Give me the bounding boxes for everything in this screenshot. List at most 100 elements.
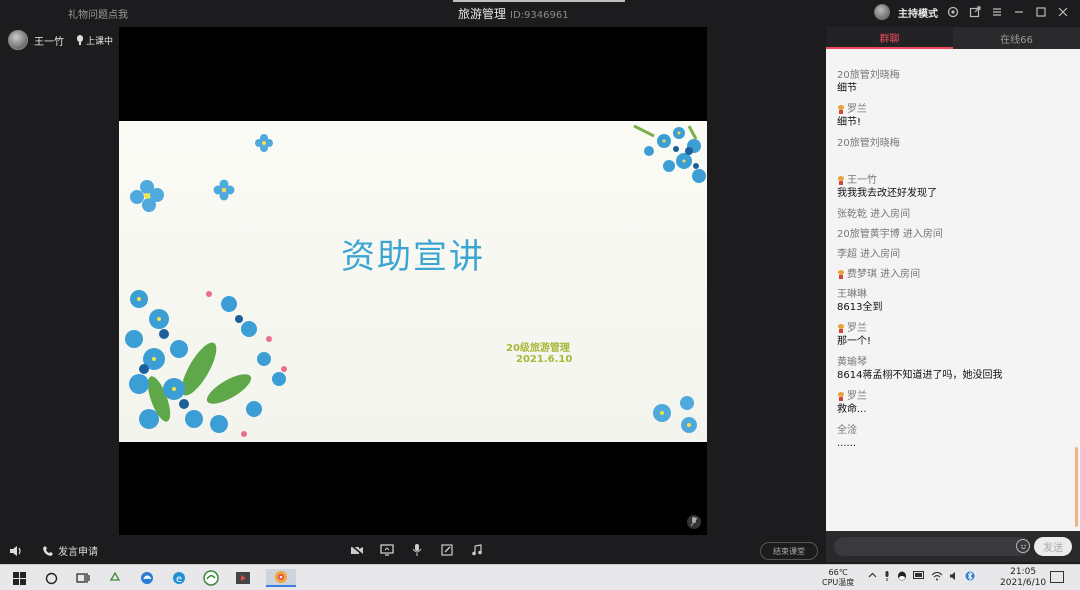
message-sender: 黄瑜琴 <box>837 357 867 368</box>
host-avatar[interactable] <box>874 4 890 20</box>
chat-input[interactable] <box>834 537 1030 556</box>
class-status: 上课中 <box>76 34 113 47</box>
flower-cluster-bottom-right-icon <box>653 396 697 433</box>
class-status-label: 上课中 <box>86 36 114 47</box>
message-body: 那一个! <box>837 336 872 347</box>
system-notice: 费梦琪 进入房间 <box>847 269 921 280</box>
chat-system-message: 20旅管黄宇博 进入房间 <box>837 228 1080 241</box>
notification-center-icon[interactable] <box>1050 571 1064 583</box>
minimize-icon[interactable] <box>1012 5 1026 19</box>
message-body: 救命... <box>837 404 867 415</box>
chat-scrollbar[interactable] <box>1075 447 1078 527</box>
tab-group-chat[interactable]: 群聊 <box>826 27 953 49</box>
whiteboard-icon[interactable] <box>440 543 454 557</box>
media-player-icon[interactable] <box>234 569 252 587</box>
edge-browser-icon[interactable] <box>138 569 156 587</box>
chat-app-icon[interactable] <box>202 569 220 587</box>
chat-message: 罗兰 那一个! <box>837 322 1080 349</box>
media-tools <box>350 543 484 557</box>
medal-icon <box>837 270 845 279</box>
camera-off-icon[interactable] <box>350 543 364 557</box>
os-taskbar: e 66℃ CPU温度 21:05 2021/6/10 <box>0 564 1080 590</box>
classroom-app-icon[interactable] <box>266 569 296 587</box>
message-body: 细节! <box>837 117 862 128</box>
teacher-info: 王一竹 上课中 <box>8 30 113 50</box>
window-controls: 主持模式 <box>874 4 1070 20</box>
end-class-button[interactable]: 结束课堂 <box>760 542 818 560</box>
system-tray <box>868 571 975 584</box>
chat-tabs: 群聊 在线66 <box>826 27 1080 49</box>
recycle-icon[interactable] <box>106 569 124 587</box>
ie-browser-icon[interactable]: e <box>170 569 188 587</box>
menu-icon[interactable] <box>990 5 1004 19</box>
chat-message: 王一竹 我我我去改还好发现了 <box>837 174 1080 201</box>
speak-request-button[interactable]: 发言申请 <box>42 543 98 558</box>
chat-system-message: 李超 进入房间 <box>837 248 1080 261</box>
medal-icon <box>837 324 845 333</box>
system-notice: 20旅管黄宇博 进入房间 <box>837 229 943 240</box>
teacher-avatar[interactable] <box>8 30 28 50</box>
music-icon[interactable] <box>470 543 484 557</box>
speaker-icon[interactable] <box>8 543 22 562</box>
host-mode-toggle[interactable]: 主持模式 <box>898 5 938 20</box>
speak-request-label: 发言申请 <box>58 547 98 558</box>
microphone-icon <box>76 35 84 45</box>
chat-message: 20旅管刘晓梅 <box>837 137 1080 150</box>
settings-icon[interactable] <box>946 5 960 19</box>
tab-online-users[interactable]: 在线66 <box>953 27 1080 49</box>
title-bar: 礼物问题点我 旅游管理 ID:9346961 主持模式 <box>0 0 1080 26</box>
emoji-icon[interactable] <box>1016 539 1030 553</box>
app-window: 礼物问题点我 旅游管理 ID:9346961 主持模式 王一竹 上课中 资助宣讲… <box>0 0 1080 590</box>
send-button[interactable]: 发送 <box>1034 537 1072 556</box>
search-circle-icon[interactable] <box>42 569 60 587</box>
muted-mic-icon[interactable] <box>687 515 701 529</box>
slide-date: 2021.6.10 <box>516 354 573 365</box>
room-id: ID:9346961 <box>510 10 569 21</box>
video-stage[interactable]: 资助宣讲 20级旅游管理 2021.6.10 <box>119 27 707 535</box>
svg-text:e: e <box>176 574 182 585</box>
maximize-icon[interactable] <box>1034 5 1048 19</box>
message-sender-row: 罗兰 <box>837 390 1080 403</box>
qq-icon[interactable] <box>897 571 907 584</box>
message-sender-row: 王一竹 <box>837 174 1080 187</box>
bluetooth-icon[interactable] <box>965 571 975 584</box>
title-accent-line <box>453 0 625 2</box>
message-sender: 全淦 <box>837 425 857 436</box>
slide-title: 资助宣讲 <box>341 237 485 277</box>
screen-share-icon[interactable] <box>380 543 394 557</box>
message-sender: 罗兰 <box>847 391 867 402</box>
microphone-toggle-icon[interactable] <box>410 543 424 557</box>
chat-system-message: 张乾乾 进入房间 <box>837 208 1080 221</box>
battery-icon[interactable] <box>913 571 925 584</box>
gift-help-link[interactable]: 礼物问题点我 <box>68 6 128 21</box>
slide-subtitle: 20级旅游管理 <box>506 343 570 354</box>
volume-icon[interactable] <box>949 571 959 584</box>
chat-message: 全淦 ...... <box>837 424 1080 451</box>
task-view-icon[interactable] <box>74 569 92 587</box>
message-body: 我我我去改还好发现了 <box>837 188 937 199</box>
medal-icon <box>837 105 845 114</box>
chat-message: 罗兰 救命... <box>837 390 1080 417</box>
close-icon[interactable] <box>1056 5 1070 19</box>
message-sender: 王一竹 <box>847 175 877 186</box>
chevron-up-icon[interactable] <box>868 571 877 584</box>
message-body: ...... <box>837 438 857 449</box>
system-notice: 张乾乾 进入房间 <box>837 209 911 220</box>
flower-small-3-icon <box>213 179 235 201</box>
taskbar-apps: e <box>10 569 296 587</box>
message-sender: 20旅管刘晓梅 <box>837 70 900 81</box>
tray-mic-icon[interactable] <box>883 571 891 584</box>
popout-icon[interactable] <box>968 5 982 19</box>
medal-icon <box>837 176 845 185</box>
chat-panel: 群聊 在线66 20旅管刘晓梅 细节 罗兰 细节! 20旅管刘晓梅 王一竹 我我… <box>826 27 1080 562</box>
chat-messages[interactable]: 20旅管刘晓梅 细节 罗兰 细节! 20旅管刘晓梅 王一竹 我我我去改还好发现了… <box>826 49 1080 531</box>
teacher-name: 王一竹 <box>34 36 64 48</box>
message-sender: 王琳琳 <box>837 289 867 300</box>
message-body: 细节 <box>837 83 857 94</box>
cpu-temperature-label: CPU温度 <box>822 578 855 587</box>
chat-message: 罗兰 细节! <box>837 103 1080 130</box>
windows-start-icon[interactable] <box>10 569 28 587</box>
message-body: 8613全到 <box>837 302 883 313</box>
system-clock[interactable]: 21:05 2021/6/10 <box>1000 567 1046 589</box>
wifi-icon[interactable] <box>931 571 943 584</box>
